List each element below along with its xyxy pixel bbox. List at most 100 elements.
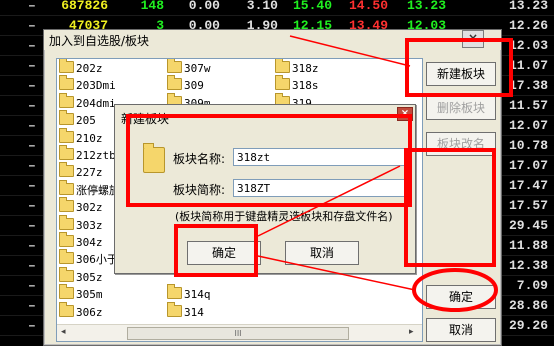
folder-icon <box>59 110 74 126</box>
ok-button[interactable]: 确定 <box>426 285 496 309</box>
row-marker: – <box>28 158 36 173</box>
quote-cell: 687826 <box>61 0 108 13</box>
quote-cell: 12.03 <box>508 38 548 53</box>
cancel-button[interactable]: 取消 <box>426 318 496 342</box>
folder-icon <box>59 266 74 282</box>
folder-icon <box>59 59 74 73</box>
quote-cell: 29.45 <box>508 218 548 233</box>
block-name-label: 板块名称: <box>173 152 226 166</box>
row-marker: – <box>28 198 36 213</box>
folder-label: 202z <box>76 62 103 75</box>
row-marker: – <box>28 318 36 333</box>
quote-cell: 13.23 <box>406 0 446 13</box>
folder-icon <box>275 59 290 73</box>
folder-label: 203Dmi <box>76 79 116 93</box>
folder-label: 309 <box>184 79 204 93</box>
abbr-hint-text: (板块简称用于键盘精灵选板块和存盘文件名) <box>175 210 393 223</box>
folder-item[interactable]: 314 <box>167 301 204 321</box>
folder-icon <box>167 301 182 317</box>
new-block-dialog: 新建板块 × 板块名称: 318zt 板块简称: 318ZT (板块简称用于键盘… <box>114 104 416 274</box>
row-marker: – <box>28 118 36 133</box>
close-icon[interactable]: × <box>397 107 413 121</box>
quote-cell: 3.10 <box>246 0 278 13</box>
folder-icon <box>167 59 182 73</box>
row-marker: – <box>28 178 36 193</box>
folder-label: 306z <box>76 305 103 319</box>
folder-icon <box>59 284 74 300</box>
folder-item[interactable]: 涨停螺旋 <box>59 179 120 199</box>
folder-label: 306小于 <box>76 253 118 267</box>
horizontal-scrollbar[interactable]: ◂ III ▸ <box>57 324 422 341</box>
block-abbr-input[interactable]: 318ZT <box>233 179 407 197</box>
folder-label: 314q <box>184 288 211 302</box>
delete-block-button[interactable]: 删除板块 <box>426 96 496 120</box>
folder-label: 318z <box>292 62 319 75</box>
folder-icon <box>59 197 74 213</box>
quote-cell: 14.50 <box>348 0 388 13</box>
new-block-button[interactable]: 新建板块 <box>426 62 496 86</box>
quote-cell: 12.26 <box>508 18 548 33</box>
quote-cell: 12.07 <box>508 118 548 133</box>
folder-label: 303z <box>76 218 103 232</box>
folder-icon <box>59 127 74 143</box>
row-marker: – <box>28 238 36 253</box>
quote-cell: 12.38 <box>508 258 548 273</box>
row-marker: – <box>28 78 36 93</box>
folder-item[interactable]: 212ztb <box>59 145 116 164</box>
dialog-title-bar: 加入到自选股/板块 × <box>44 30 501 50</box>
folder-label: 305m <box>76 288 103 302</box>
quote-row[interactable]: – 687826 148 0.00 3.10 15.40 14.50 13.23 13.23 <box>0 0 554 16</box>
quote-cell: 11.57 <box>508 98 548 113</box>
folder-item[interactable]: 203Dmi <box>59 75 116 94</box>
folder-label: 204dmi <box>76 96 116 110</box>
folder-icon <box>59 75 74 91</box>
row-marker: – <box>28 218 36 233</box>
folder-item[interactable]: 306z <box>59 301 103 321</box>
new-block-dialog-title: 新建板块 <box>121 112 170 126</box>
folder-label: 305z <box>76 270 103 284</box>
folder-icon <box>275 75 290 91</box>
folder-label: 307w <box>184 62 211 75</box>
quote-cell: 10.78 <box>508 138 548 153</box>
scroll-left-icon[interactable]: ◂ <box>61 327 66 337</box>
row-marker: – <box>28 98 36 113</box>
row-marker: – <box>28 278 36 293</box>
row-marker: – <box>28 0 36 13</box>
folder-icon <box>59 92 74 108</box>
scroll-right-icon[interactable]: ▸ <box>409 327 414 337</box>
folder-label: 304z <box>76 236 103 249</box>
quote-cell: 7.09 <box>516 278 548 293</box>
folder-icon <box>59 301 74 317</box>
folder-icon <box>167 75 182 91</box>
folder-icon <box>59 249 74 265</box>
folder-item[interactable]: 204dmi <box>59 92 116 112</box>
row-marker: – <box>28 298 36 313</box>
quote-cell: 17.47 <box>508 178 548 193</box>
block-name-input[interactable]: 318zt <box>233 148 407 166</box>
quote-cell: 17.38 <box>508 78 548 93</box>
new-block-cancel-button[interactable]: 取消 <box>285 241 359 265</box>
quote-cell: 28.86 <box>508 298 548 313</box>
folder-icon <box>167 284 182 300</box>
rename-block-button[interactable]: 板块改名 <box>426 132 496 156</box>
folder-item[interactable]: 306小于 <box>59 249 118 268</box>
folder-label: 205 <box>76 114 96 128</box>
row-marker: – <box>28 58 36 73</box>
quote-cell: 15.40 <box>292 0 332 13</box>
folder-icon <box>59 145 74 160</box>
quote-cell: 148 <box>140 0 164 13</box>
quote-cell: 11.88 <box>508 238 548 253</box>
folder-icon <box>59 232 74 247</box>
row-marker: – <box>28 18 36 33</box>
folder-icon <box>59 214 74 230</box>
row-marker: – <box>28 258 36 273</box>
quote-cell: 13.23 <box>508 0 548 13</box>
quote-cell: 11.07 <box>508 58 548 73</box>
new-block-ok-button[interactable]: 确定 <box>187 241 261 265</box>
quote-cell: 0.00 <box>188 0 220 13</box>
close-icon[interactable]: × <box>462 30 484 48</box>
folder-icon <box>59 179 74 195</box>
folder-label: 227z <box>76 166 103 180</box>
folder-label: 212ztb <box>76 149 116 162</box>
scroll-thumb[interactable]: III <box>127 327 349 340</box>
